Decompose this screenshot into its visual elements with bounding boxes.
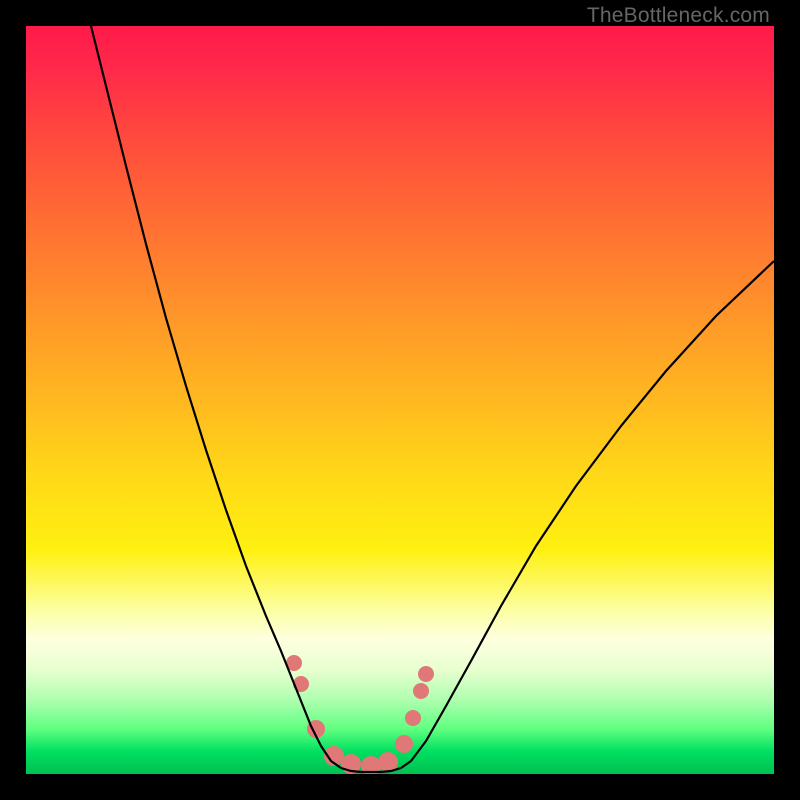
marker-layer — [286, 655, 434, 774]
highlight-marker — [405, 710, 421, 726]
right-curve-line — [401, 261, 774, 768]
chart-frame — [26, 26, 774, 774]
watermark-text: TheBottleneck.com — [587, 4, 770, 28]
left-curve-line — [91, 26, 341, 768]
chart-svg — [26, 26, 774, 774]
highlight-marker — [413, 683, 429, 699]
highlight-marker — [395, 735, 413, 753]
highlight-marker — [418, 666, 434, 682]
